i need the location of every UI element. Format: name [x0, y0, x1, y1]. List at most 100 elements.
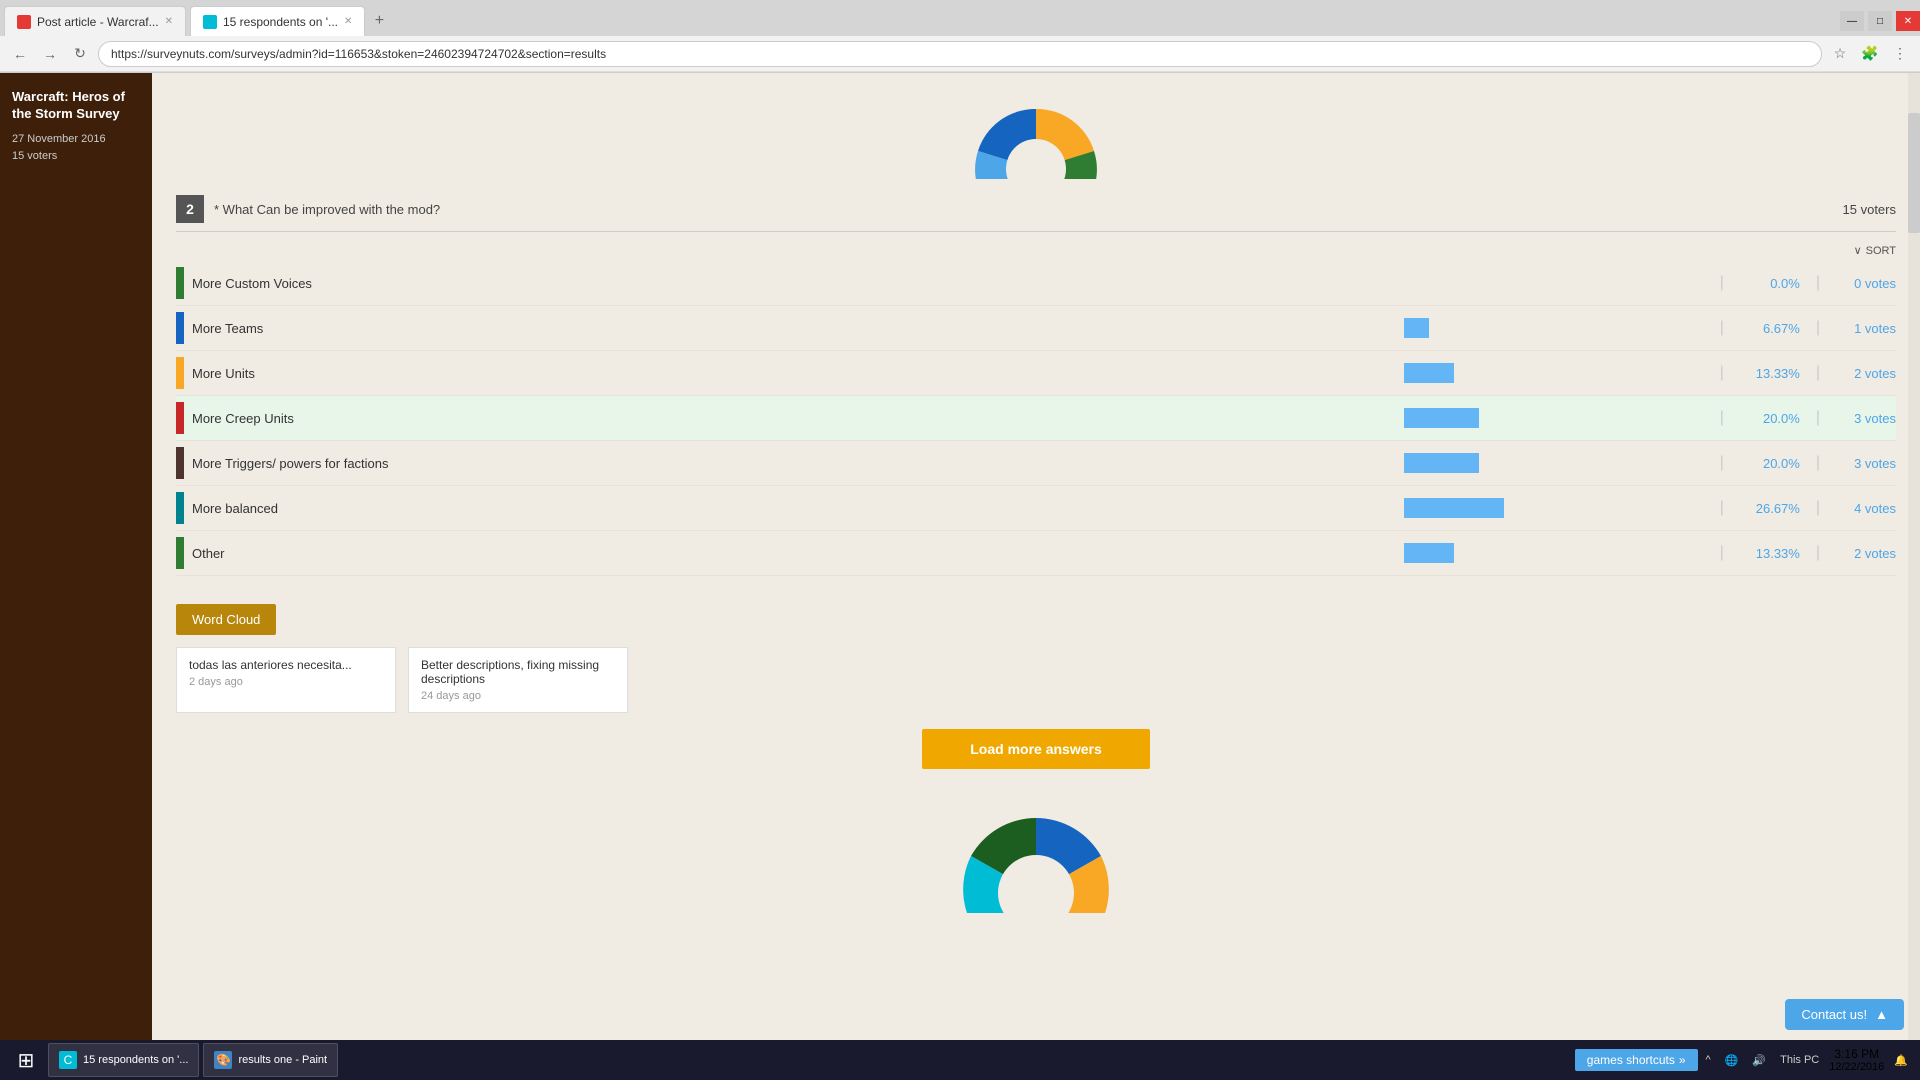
sep7b: | — [1816, 544, 1820, 562]
taskbar-item-paint[interactable]: 🎨 results one - Paint — [203, 1043, 338, 1077]
answer-card-text-1: todas las anteriores necesita... — [189, 658, 383, 672]
contact-chevron-icon: ▲ — [1875, 1007, 1888, 1022]
question-left: 2 * What Can be improved with the mod? — [176, 195, 440, 223]
taskbar-item-browser[interactable]: C 15 respondents on '... — [48, 1043, 199, 1077]
bar-container-6 — [1404, 496, 1704, 520]
bar-container-7 — [1404, 541, 1704, 565]
sidebar-title: Warcraft: Heros of the Storm Survey — [12, 89, 140, 123]
votes-5: 3 votes — [1836, 456, 1896, 471]
bar-fill-3 — [1404, 363, 1454, 383]
start-button[interactable]: ⊞ — [8, 1042, 44, 1078]
answer-cards: todas las anteriores necesita... 2 days … — [176, 647, 1896, 713]
tray-expand-button[interactable]: ^ — [1702, 1052, 1715, 1068]
sep2: | — [1720, 319, 1724, 337]
votes-3: 2 votes — [1836, 366, 1896, 381]
paint-taskbar-icon: 🎨 — [214, 1051, 232, 1069]
sort-button[interactable]: ∨ SORT — [1854, 244, 1896, 257]
answer-label-3: More Units — [192, 366, 1404, 381]
bar-fill-7 — [1404, 543, 1454, 563]
word-cloud-button[interactable]: Word Cloud — [176, 604, 276, 635]
sidebar: Warcraft: Heros of the Storm Survey 27 N… — [0, 73, 152, 1041]
sep3: | — [1720, 364, 1724, 382]
bar-container-3 — [1404, 361, 1704, 385]
pct-4: 20.0% — [1740, 411, 1800, 426]
tab-1[interactable]: Post article - Warcraf... ✕ — [4, 6, 186, 36]
answer-row: More Triggers/ powers for factions | 20.… — [176, 441, 1896, 486]
scroll-thumb[interactable] — [1908, 113, 1920, 233]
tab2-label: 15 respondents on '... — [223, 15, 338, 29]
minimize-button[interactable]: — — [1840, 11, 1864, 31]
contact-us-button[interactable]: Contact us! ▲ — [1785, 999, 1904, 1030]
answer-label-5: More Triggers/ powers for factions — [192, 456, 1404, 471]
close-button[interactable]: ✕ — [1896, 11, 1920, 31]
bar-container-4 — [1404, 406, 1704, 430]
taskbar-paint-label: results one - Paint — [238, 1054, 327, 1066]
sep4: | — [1720, 409, 1724, 427]
sort-label: SORT — [1866, 245, 1896, 257]
votes-1: 0 votes — [1836, 276, 1896, 291]
sort-area: ∨ SORT — [176, 244, 1896, 257]
question-voters: 15 voters — [1843, 202, 1896, 217]
pie-chart-top — [176, 89, 1896, 179]
pct-2: 6.67% — [1740, 321, 1800, 336]
window-controls: — □ ✕ — [1840, 11, 1920, 31]
extensions-icon[interactable]: 🧩 — [1858, 42, 1882, 66]
refresh-button[interactable]: ↻ — [68, 42, 92, 66]
new-tab-button[interactable]: + — [365, 7, 393, 35]
sidebar-voters: 15 voters — [12, 148, 140, 166]
pct-7: 13.33% — [1740, 546, 1800, 561]
menu-icon[interactable]: ⋮ — [1888, 42, 1912, 66]
answer-row: More balanced | 26.67% | 4 votes — [176, 486, 1896, 531]
network-icon[interactable]: 🌐 — [1721, 1052, 1743, 1069]
answer-label-7: Other — [192, 546, 1404, 561]
system-tray: ^ 🌐 🔊 This PC 3:16 PM 12/22/2016 🔔 — [1702, 1047, 1912, 1073]
votes-7: 2 votes — [1836, 546, 1896, 561]
tab2-close[interactable]: ✕ — [344, 16, 352, 27]
answer-color-bar-4 — [176, 402, 184, 434]
tab-2[interactable]: 15 respondents on '... ✕ — [190, 6, 365, 36]
tab1-close[interactable]: ✕ — [165, 16, 173, 27]
scroll-indicator — [1908, 73, 1920, 1041]
answer-row: More Teams | 6.67% | 1 votes — [176, 306, 1896, 351]
taskbar-clock[interactable]: 3:16 PM 12/22/2016 — [1829, 1047, 1884, 1073]
answer-color-bar-5 — [176, 447, 184, 479]
answer-label-2: More Teams — [192, 321, 1404, 336]
tab1-label: Post article - Warcraf... — [37, 15, 159, 29]
address-bar[interactable] — [98, 41, 1822, 67]
answer-label-1: More Custom Voices — [192, 276, 1404, 291]
taskbar: ⊞ C 15 respondents on '... 🎨 results one… — [0, 1040, 1920, 1080]
answer-card-1: todas las anteriores necesita... 2 days … — [176, 647, 396, 713]
answer-color-bar-1 — [176, 267, 184, 299]
maximize-button[interactable]: □ — [1868, 11, 1892, 31]
load-more-button[interactable]: Load more answers — [922, 729, 1150, 769]
pct-1: 0.0% — [1740, 276, 1800, 291]
answer-color-bar-3 — [176, 357, 184, 389]
answer-color-bar-6 — [176, 492, 184, 524]
bar-container-1 — [1404, 271, 1704, 295]
answer-card-2: Better descriptions, fixing missing desc… — [408, 647, 628, 713]
answer-card-time-1: 2 days ago — [189, 676, 383, 688]
games-shortcuts-button[interactable]: games shortcuts » — [1575, 1049, 1698, 1071]
bar-fill-6 — [1404, 498, 1504, 518]
main-layout: Warcraft: Heros of the Storm Survey 27 N… — [0, 73, 1920, 1041]
browser-chrome: Post article - Warcraf... ✕ 15 responden… — [0, 0, 1920, 73]
notifications-icon[interactable]: 🔔 — [1890, 1052, 1912, 1069]
answer-label-6: More balanced — [192, 501, 1404, 516]
sidebar-date: 27 November 2016 — [12, 131, 140, 149]
question-block-2: 2 * What Can be improved with the mod? 1… — [176, 195, 1896, 576]
bar-fill-5 — [1404, 453, 1479, 473]
votes-6: 4 votes — [1836, 501, 1896, 516]
bar-fill-4 — [1404, 408, 1479, 428]
bar-container-2 — [1404, 316, 1704, 340]
clock-date: 12/22/2016 — [1829, 1061, 1884, 1073]
sep7: | — [1720, 544, 1724, 562]
browser-taskbar-icon: C — [59, 1051, 77, 1069]
answer-row: Other | 13.33% | 2 votes — [176, 531, 1896, 576]
bookmark-icon[interactable]: ☆ — [1828, 42, 1852, 66]
tab-bar: Post article - Warcraf... ✕ 15 responden… — [0, 0, 1920, 36]
forward-button[interactable]: → — [38, 42, 62, 66]
back-button[interactable]: ← — [8, 42, 32, 66]
volume-icon[interactable]: 🔊 — [1748, 1052, 1770, 1069]
games-shortcuts-label: games shortcuts — [1587, 1053, 1675, 1067]
sep6: | — [1720, 499, 1724, 517]
